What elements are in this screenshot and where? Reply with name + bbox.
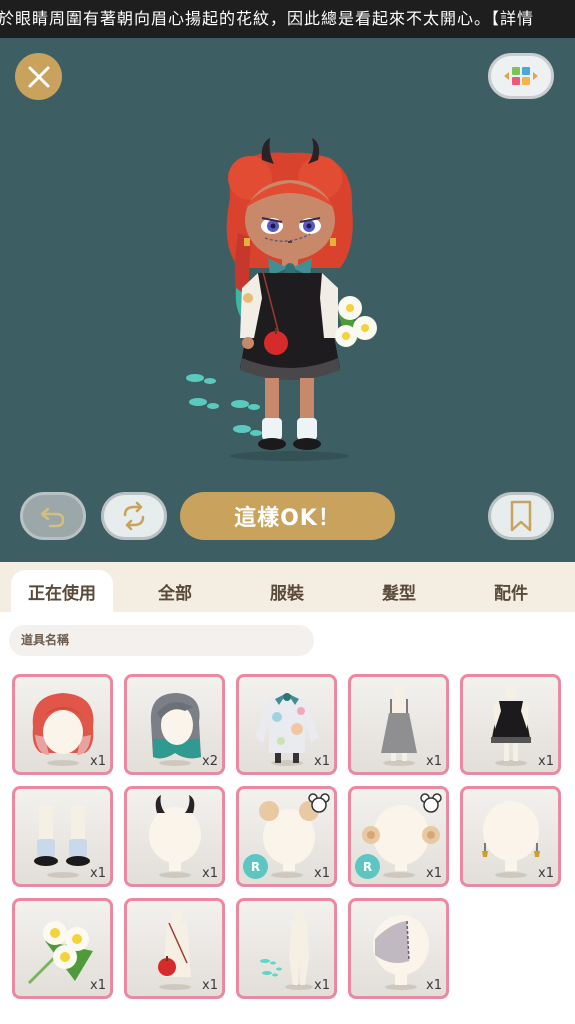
bear-badge-icon — [420, 793, 442, 817]
close-button[interactable] — [15, 53, 62, 100]
confirm-ok-button[interactable]: 這樣OK！ — [180, 492, 395, 540]
item-quantity: x1 — [538, 754, 554, 769]
item-pastel-jacket[interactable]: x1 — [236, 674, 337, 775]
close-icon — [28, 66, 49, 87]
item-quantity: x1 — [202, 866, 218, 881]
item-quantity: x1 — [202, 978, 218, 993]
bookmark-icon — [510, 500, 532, 532]
item-footprint-effect[interactable]: x1 — [236, 898, 337, 999]
rarity-badge: R — [355, 854, 380, 879]
item-black-dress[interactable]: x1 — [460, 674, 561, 775]
bookmark-button[interactable] — [488, 492, 554, 540]
description-marquee: 於眼睛周圍有著朝向眉心揚起的花紋，因此總是看起來不太開心。【詳情 — [0, 0, 575, 38]
item-curled-buns[interactable]: R x1 — [348, 786, 449, 887]
item-red-wavy-hair[interactable]: x1 — [12, 674, 113, 775]
rarity-badge: R — [243, 854, 268, 879]
item-apple-pouch[interactable]: x1 — [124, 898, 225, 999]
item-gray-teal-hair[interactable]: x2 — [124, 674, 225, 775]
tab-all[interactable]: 全部 — [124, 570, 226, 612]
item-quantity: x1 — [426, 754, 442, 769]
item-quantity: x1 — [90, 978, 106, 993]
avatar-preview-stage: 這樣OK！ — [0, 38, 575, 562]
footprint-effect-marks — [186, 374, 262, 436]
item-socks-shoes[interactable]: x1 — [12, 786, 113, 887]
tab-clothing[interactable]: 服裝 — [236, 570, 338, 612]
bear-badge-icon — [308, 793, 330, 817]
randomize-button[interactable] — [101, 492, 167, 540]
tab-in-use[interactable]: 正在使用 — [11, 570, 113, 612]
shuffle-icon — [123, 501, 145, 531]
item-stitched-face[interactable]: x1 — [348, 898, 449, 999]
item-quantity: x1 — [90, 866, 106, 881]
palette-icon — [504, 67, 538, 85]
tab-hairstyle[interactable]: 髮型 — [348, 570, 450, 612]
item-bell-earrings[interactable]: x1 — [460, 786, 561, 887]
item-flower-bouquet[interactable]: x1 — [12, 898, 113, 999]
color-palette-button[interactable] — [488, 53, 554, 99]
undo-button[interactable] — [20, 492, 86, 540]
tab-accessories[interactable]: 配件 — [460, 570, 562, 612]
item-quantity: x1 — [426, 978, 442, 993]
item-quantity: x1 — [314, 754, 330, 769]
marquee-text: 於眼睛周圍有著朝向眉心揚起的花紋，因此總是看起來不太開心。【詳情 — [0, 9, 535, 28]
undo-icon — [40, 507, 65, 528]
item-black-horns[interactable]: x1 — [124, 786, 225, 887]
avatar-figure — [186, 138, 377, 461]
item-hair-buns[interactable]: R x1 — [236, 786, 337, 887]
item-quantity: x2 — [202, 754, 218, 769]
item-quantity: x1 — [538, 866, 554, 881]
item-quantity: x1 — [426, 866, 442, 881]
bouquet-marks — [335, 296, 377, 348]
item-name-search[interactable]: 道具名稱 — [9, 625, 314, 656]
category-tabs: 正在使用 全部 服裝 髮型 配件 — [0, 562, 575, 612]
item-quantity: x1 — [314, 866, 330, 881]
item-quantity: x1 — [314, 978, 330, 993]
item-gray-slip-dress[interactable]: x1 — [348, 674, 449, 775]
item-quantity: x1 — [90, 754, 106, 769]
